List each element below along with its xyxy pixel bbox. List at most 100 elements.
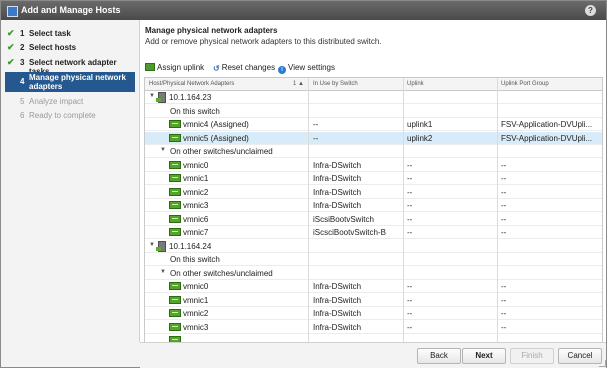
table-row[interactable]: vmnic5 (Assigned) -- uplink2 FSV-Applicatio… xyxy=(145,131,602,145)
reset-changes-label: Reset changes xyxy=(221,63,276,72)
network-adapter-icon xyxy=(169,214,181,223)
table-row[interactable]: vmnic4 (Assigned) -- uplink1 FSV-Applicatio… xyxy=(145,118,602,131)
column-divider xyxy=(403,78,404,342)
uplink-value: -- xyxy=(407,201,413,210)
step-label: Select task xyxy=(29,29,71,38)
wizard-step-6: 6 Ready to complete xyxy=(5,110,135,122)
group-row[interactable]: On this switch xyxy=(145,253,602,266)
table-row[interactable]: vmnic1 Infra-DSwitch -- -- xyxy=(145,172,602,185)
wizard-step-3[interactable]: ✔3Select network adapter tasks xyxy=(5,57,135,76)
in-use-by-switch: iScsciBootvSwitch-B xyxy=(313,228,386,237)
table-row[interactable]: vmnic3 Infra-DSwitch -- -- xyxy=(145,199,602,212)
table-row[interactable]: vmnic0 Infra-DSwitch -- -- xyxy=(145,280,602,293)
finish-button[interactable]: Finish xyxy=(510,348,554,364)
in-use-by-switch: Infra-DSwitch xyxy=(313,322,362,332)
assign-uplink-label: Assign uplink xyxy=(157,63,205,72)
assign-uplink-button[interactable]: Assign uplink xyxy=(145,63,204,72)
network-adapter-icon xyxy=(169,160,181,169)
back-button[interactable]: Back xyxy=(417,348,461,364)
uplink-port-group: -- xyxy=(501,228,507,237)
network-adapter-icon xyxy=(169,309,181,317)
table-row[interactable]: vmnic2 Infra-DSwitch -- -- xyxy=(145,186,602,199)
network-adapter-icon xyxy=(169,322,181,331)
uplink-value: -- xyxy=(407,282,413,291)
table-row[interactable]: vmnic2 Infra-DSwitch -- -- xyxy=(145,307,602,320)
uplink-value: uplink2 xyxy=(407,133,433,143)
group-row[interactable]: ▼ On other switches/unclaimed xyxy=(145,145,602,158)
check-icon: ✔ xyxy=(7,42,15,52)
group-label: On other switches/unclaimed xyxy=(170,268,273,278)
in-use-by-switch: Infra-DSwitch xyxy=(313,187,362,197)
step-number: 4 xyxy=(20,77,25,86)
in-use-by-switch: Infra-DSwitch xyxy=(313,295,362,305)
wizard-footer: Back Next Finish Cancel xyxy=(140,342,606,368)
uplink-icon xyxy=(145,63,155,71)
help-icon[interactable]: ? xyxy=(585,5,596,16)
expand-toggle-icon[interactable]: ▼ xyxy=(160,269,166,275)
sort-indicator[interactable]: 1 ▲ xyxy=(293,81,304,87)
expand-toggle-icon[interactable]: ▼ xyxy=(160,147,166,153)
page-description: Add or remove physical network adapters … xyxy=(145,37,382,46)
table-row[interactable]: vmnic1 Infra-DSwitch -- -- xyxy=(145,294,602,307)
resize-grip[interactable] xyxy=(599,360,606,367)
adapter-name: vmnic0 xyxy=(183,282,209,291)
table-row[interactable]: vmnic7 iScsciBootvSwitch-B -- -- xyxy=(145,226,602,239)
view-settings-button[interactable]: i View settings xyxy=(278,63,335,74)
wizard-step-5: 5 Analyze impact xyxy=(5,96,135,108)
in-use-by-switch: Infra-DSwitch xyxy=(313,201,362,210)
step-number: 6 xyxy=(20,111,25,120)
host-icon xyxy=(156,92,166,103)
group-label: On this switch xyxy=(170,255,220,264)
add-manage-hosts-dialog: Add and Manage Hosts ? ✔ 1 Select task ✔ 2 Se… xyxy=(0,0,607,368)
dialog-title: Add and Manage Hosts xyxy=(21,5,121,15)
column-header-adapters[interactable]: Host/Physical Network Adapters xyxy=(149,81,234,87)
adapter-name: vmnic4 (Assigned) xyxy=(183,120,249,129)
network-adapter-icon xyxy=(169,120,181,128)
in-use-by-switch: Infra-DSwitch xyxy=(313,160,362,170)
host-name: 10.1.164.24 xyxy=(169,241,212,251)
uplink-port-group: -- xyxy=(501,174,507,183)
expand-toggle-icon[interactable]: ▼ xyxy=(149,93,155,99)
uplink-port-group: -- xyxy=(501,322,507,332)
column-header-portgroup[interactable]: Uplink Port Group xyxy=(501,81,549,87)
adapter-name: vmnic1 xyxy=(183,174,209,183)
check-icon: ✔ xyxy=(7,57,15,67)
network-adapter-icon xyxy=(169,187,181,196)
step-number: 3 xyxy=(20,58,25,67)
table-row[interactable]: vmnic0 Infra-DSwitch -- -- xyxy=(145,159,602,172)
uplink-port-group: -- xyxy=(501,309,507,318)
host-row[interactable]: ▼ 10.1.164.24 xyxy=(145,240,602,253)
adapter-name: vmnic7 xyxy=(183,228,209,237)
table-row[interactable]: vmnic6 iScsiBootvSwitch -- -- xyxy=(145,213,602,226)
uplink-port-group: -- xyxy=(501,295,507,305)
column-divider xyxy=(308,78,309,342)
uplink-value: -- xyxy=(407,228,413,237)
expand-toggle-icon[interactable]: ▼ xyxy=(149,242,155,248)
in-use-by-switch: Infra-DSwitch xyxy=(313,282,362,291)
next-button[interactable]: Next xyxy=(462,348,506,364)
network-adapter-icon xyxy=(169,295,181,304)
table-row[interactable]: vmnic3 Infra-DSwitch -- -- xyxy=(145,321,602,334)
wizard-step-1[interactable]: ✔ 1 Select task xyxy=(5,28,135,40)
group-row[interactable]: ▼ On other switches/unclaimed xyxy=(145,267,602,280)
column-header-uplink[interactable]: Uplink xyxy=(407,81,424,87)
uplink-value: -- xyxy=(407,187,413,197)
uplink-port-group: -- xyxy=(501,187,507,197)
adapter-name: vmnic2 xyxy=(183,309,209,318)
adapter-name: vmnic0 xyxy=(183,160,209,170)
cancel-button[interactable]: Cancel xyxy=(558,348,602,364)
wizard-steps-sidebar: ✔ 1 Select task ✔ 2 Select hosts ✔ 3 Select netw… xyxy=(1,20,140,342)
wizard-step-2[interactable]: ✔ 2 Select hosts xyxy=(5,42,135,54)
group-row[interactable]: On this switch xyxy=(145,105,602,118)
column-header-switch[interactable]: In Use by Switch xyxy=(313,81,358,87)
adapters-table: Host/Physical Network Adapters 1 ▲ In Us… xyxy=(144,77,603,343)
host-icon xyxy=(156,240,166,252)
reset-changes-button[interactable]: ↺ Reset changes xyxy=(213,63,276,73)
uplink-port-group: FSV-Application-DVUpli... xyxy=(501,120,593,129)
step-number: 2 xyxy=(20,43,25,52)
in-use-by-switch: -- xyxy=(313,133,319,143)
host-row[interactable]: ▼ 10.1.164.23 xyxy=(145,91,602,104)
uplink-value: -- xyxy=(407,214,413,224)
uplink-value: -- xyxy=(407,322,413,332)
uplink-port-group: -- xyxy=(501,282,507,291)
